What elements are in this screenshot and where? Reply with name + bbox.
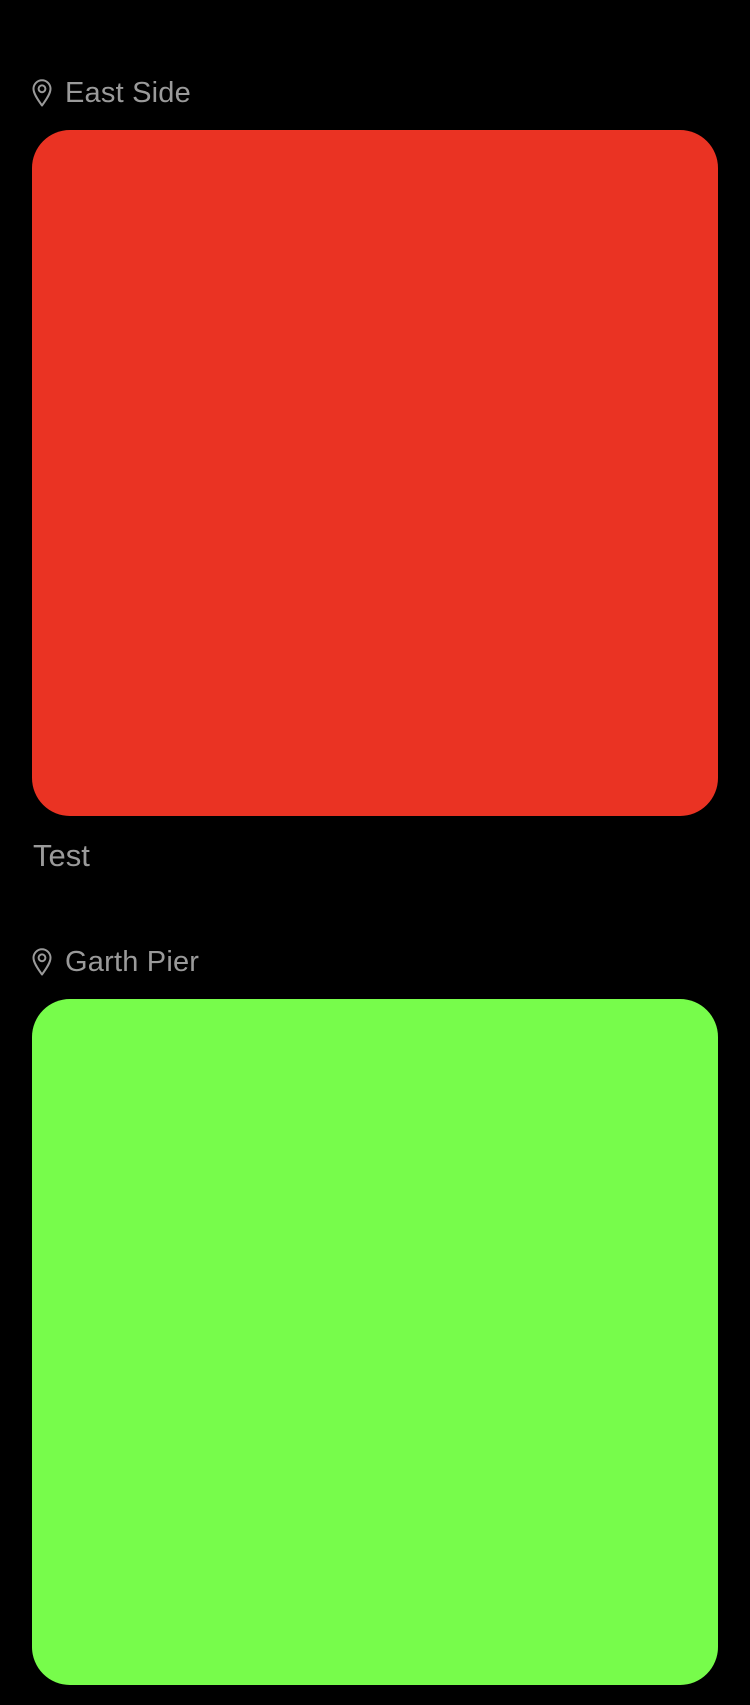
location-label: East Side [65, 77, 191, 109]
map-pin-icon [32, 948, 52, 976]
map-pin-icon [32, 79, 52, 107]
post-location[interactable]: Garth Pier [32, 943, 718, 981]
post-location[interactable]: East Side [32, 74, 718, 112]
location-label: Garth Pier [65, 946, 200, 978]
post-caption: Test [33, 838, 90, 873]
post-photo[interactable] [32, 999, 718, 1685]
feed-post: Garth Pier [32, 943, 718, 1705]
feed-post: East Side Test [32, 74, 718, 876]
post-photo[interactable] [32, 130, 718, 816]
